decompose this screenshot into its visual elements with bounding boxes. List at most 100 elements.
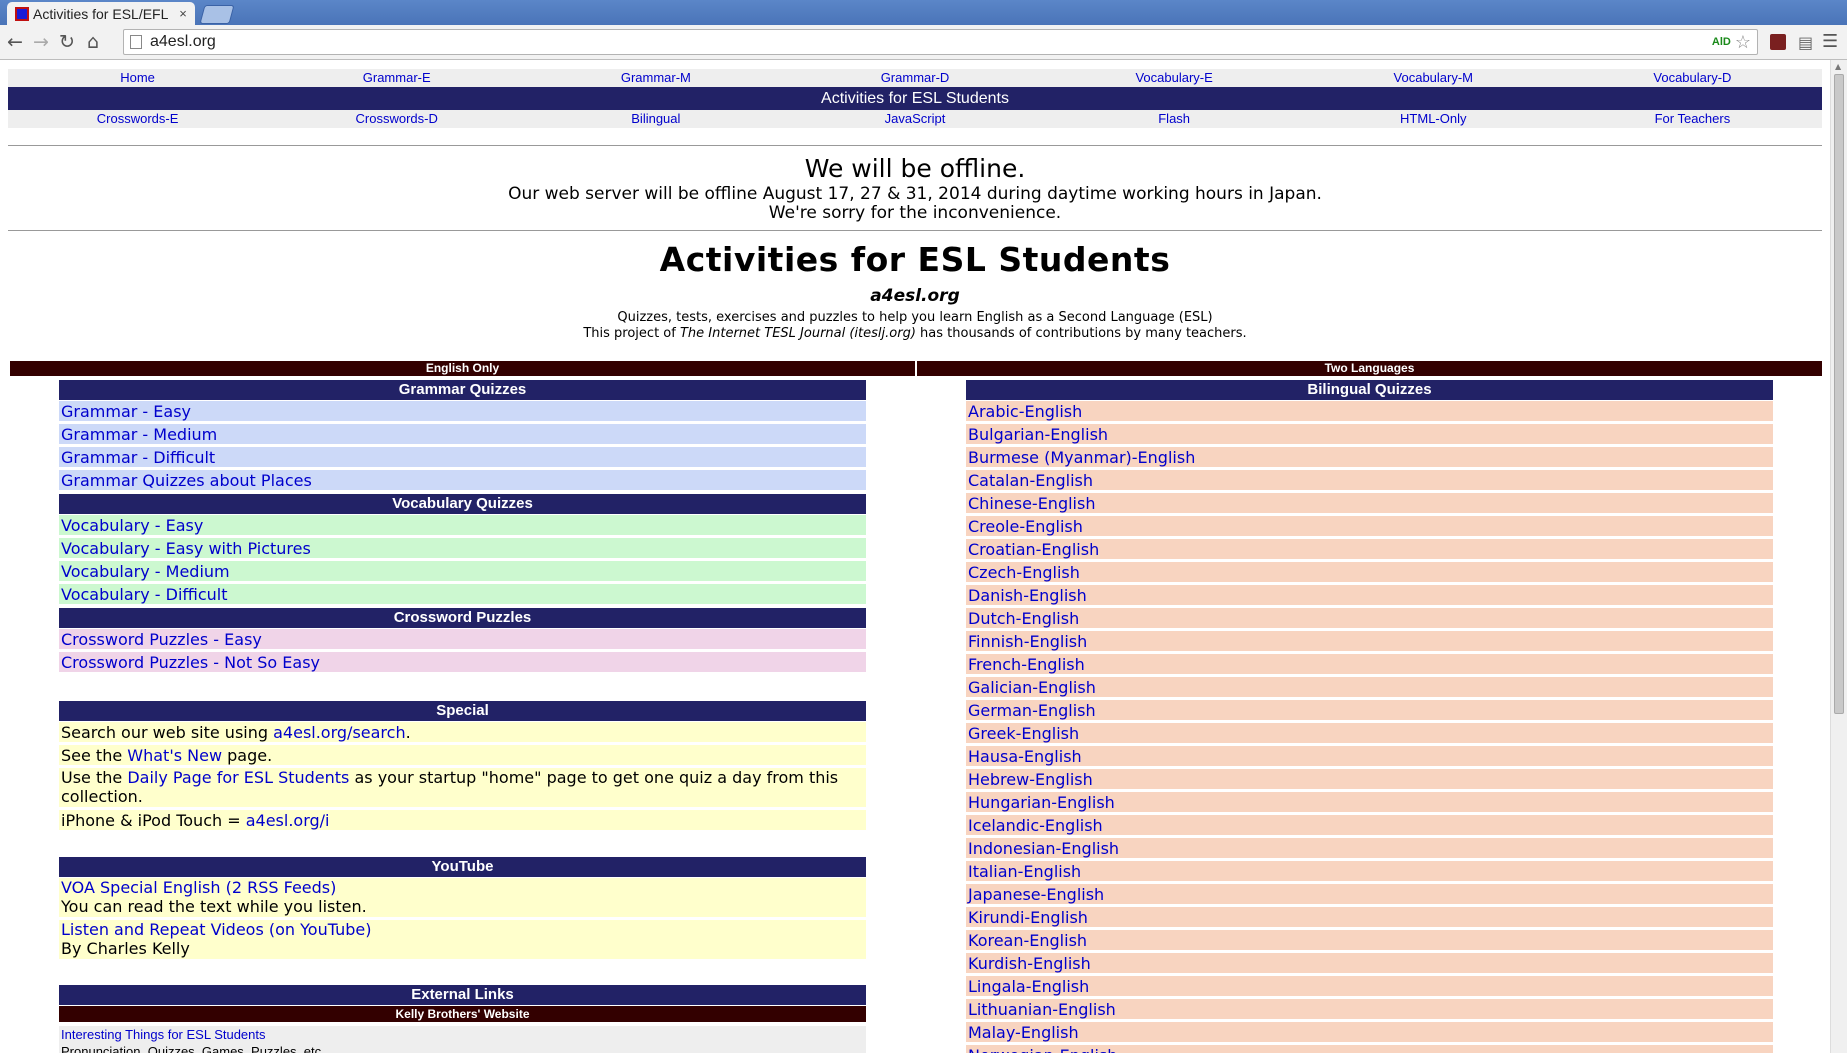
nav-link[interactable]: Grammar-D [785,69,1044,87]
bilingual-link[interactable]: Chinese-English [968,494,1095,513]
url-text[interactable]: a4esl.org [150,33,1712,51]
list-item[interactable]: Bulgarian-English [966,424,1773,445]
new-tab-button[interactable] [199,5,235,24]
list-item[interactable]: Crossword Puzzles - Easy [59,629,866,650]
list-item[interactable]: Danish-English [966,585,1773,606]
address-bar[interactable]: a4esl.org AlD ☆ [123,29,1758,55]
bilingual-link[interactable]: Galician-English [968,678,1096,697]
list-item[interactable]: Kurdish-English [966,953,1773,974]
vocabulary-link[interactable]: Vocabulary - Easy with Pictures [61,539,311,558]
list-item[interactable]: Finnish-English [966,631,1773,652]
list-item[interactable]: Indonesian-English [966,838,1773,859]
list-item[interactable]: Japanese-English [966,884,1773,905]
bilingual-link[interactable]: Croatian-English [968,540,1099,559]
list-item[interactable]: Vocabulary - Medium [59,561,866,582]
ald-extension-icon[interactable]: AlD [1712,36,1731,48]
bilingual-link[interactable]: Lithuanian-English [968,1000,1116,1019]
grammar-link[interactable]: Grammar - Easy [61,402,191,421]
forward-arrow-icon[interactable]: → [28,29,54,55]
browser-tab[interactable]: Activities for ESL/EFL × [7,2,195,25]
bilingual-link[interactable]: Italian-English [968,862,1081,881]
list-item[interactable]: Icelandic-English [966,815,1773,836]
iphone-link[interactable]: a4esl.org/i [246,811,330,830]
list-item[interactable]: Arabic-English [966,401,1773,422]
list-item[interactable]: Kirundi-English [966,907,1773,928]
list-item[interactable]: French-English [966,654,1773,675]
bookmark-star-icon[interactable]: ☆ [1735,32,1751,53]
bilingual-link[interactable]: Creole-English [968,517,1083,536]
bilingual-link[interactable]: Kirundi-English [968,908,1088,927]
nav-link[interactable]: Vocabulary-E [1045,69,1304,87]
reload-icon[interactable]: ↻ [54,29,80,55]
nav-link[interactable]: Vocabulary-M [1304,69,1563,87]
list-item[interactable]: Lingala-English [966,976,1773,997]
crossword-link[interactable]: Crossword Puzzles - Easy [61,630,262,649]
nav-link[interactable]: Home [8,69,267,87]
nav-link[interactable]: Grammar-E [267,69,526,87]
list-item[interactable]: Grammar - Easy [59,401,866,422]
list-item[interactable]: Greek-English [966,723,1773,744]
list-item[interactable]: Creole-English [966,516,1773,537]
list-item[interactable]: Vocabulary - Difficult [59,584,866,605]
bilingual-link[interactable]: Arabic-English [968,402,1082,421]
extension-icon[interactable] [1770,34,1786,50]
bilingual-link[interactable]: French-English [968,655,1085,674]
list-item[interactable]: Grammar - Difficult [59,447,866,468]
bilingual-link[interactable]: Catalan-English [968,471,1093,490]
bilingual-link[interactable]: Finnish-English [968,632,1087,651]
nav-link[interactable]: Grammar-M [526,69,785,87]
tab-close-icon[interactable]: × [175,6,191,21]
home-icon[interactable]: ⌂ [80,29,106,55]
search-link[interactable]: a4esl.org/search [273,723,405,742]
list-item[interactable]: Crossword Puzzles - Not So Easy [59,652,866,673]
bilingual-link[interactable]: Hebrew-English [968,770,1093,789]
bilingual-link[interactable]: Norwegian-English [968,1046,1117,1053]
listen-repeat-link[interactable]: Listen and Repeat Videos (on YouTube) [61,920,371,939]
bilingual-link[interactable]: Lingala-English [968,977,1089,996]
grammar-link[interactable]: Grammar - Difficult [61,448,215,467]
nav-link[interactable]: Bilingual [526,110,785,128]
bilingual-link[interactable]: Hungarian-English [968,793,1115,812]
nav-link[interactable]: Crosswords-D [267,110,526,128]
list-item[interactable]: Grammar Quizzes about Places [59,470,866,491]
nav-link[interactable]: Vocabulary-D [1563,69,1822,87]
scroll-up-arrow-icon[interactable]: ▲ [1835,62,1841,71]
nav-link[interactable]: For Teachers [1563,110,1822,128]
vocabulary-link[interactable]: Vocabulary - Medium [61,562,230,581]
bilingual-link[interactable]: Czech-English [968,563,1080,582]
scrollbar-thumb[interactable] [1834,74,1844,714]
extension-icon-2[interactable]: ▤ [1798,33,1813,52]
list-item[interactable]: Grammar - Medium [59,424,866,445]
list-item[interactable]: German-English [966,700,1773,721]
nav-link[interactable]: HTML-Only [1304,110,1563,128]
whats-new-link[interactable]: What's New [127,746,222,765]
list-item[interactable]: Korean-English [966,930,1773,951]
bilingual-link[interactable]: Indonesian-English [968,839,1119,858]
list-item[interactable]: Czech-English [966,562,1773,583]
back-arrow-icon[interactable]: ← [2,29,28,55]
list-item[interactable]: Galician-English [966,677,1773,698]
bilingual-link[interactable]: Malay-English [968,1023,1079,1042]
list-item[interactable]: Chinese-English [966,493,1773,514]
bilingual-link[interactable]: Danish-English [968,586,1087,605]
bilingual-link[interactable]: Korean-English [968,931,1087,950]
nav-link[interactable]: Crosswords-E [8,110,267,128]
list-item[interactable]: Hausa-English [966,746,1773,767]
list-item[interactable]: Hebrew-English [966,769,1773,790]
bilingual-link[interactable]: Bulgarian-English [968,425,1108,444]
vertical-scrollbar[interactable]: ▲ [1830,60,1847,1053]
bilingual-link[interactable]: Burmese (Myanmar)-English [968,448,1195,467]
browser-menu-icon[interactable]: ☰ [1822,31,1838,52]
list-item[interactable]: Norwegian-English [966,1045,1773,1053]
bilingual-link[interactable]: German-English [968,701,1096,720]
list-item[interactable]: Vocabulary - Easy with Pictures [59,538,866,559]
list-item[interactable]: Catalan-English [966,470,1773,491]
list-item[interactable]: Malay-English [966,1022,1773,1043]
grammar-link[interactable]: Grammar - Medium [61,425,217,444]
bilingual-link[interactable]: Kurdish-English [968,954,1091,973]
bilingual-link[interactable]: Japanese-English [968,885,1104,904]
grammar-link[interactable]: Grammar Quizzes about Places [61,471,312,490]
list-item[interactable]: Italian-English [966,861,1773,882]
nav-link[interactable]: Flash [1045,110,1304,128]
bilingual-link[interactable]: Icelandic-English [968,816,1103,835]
